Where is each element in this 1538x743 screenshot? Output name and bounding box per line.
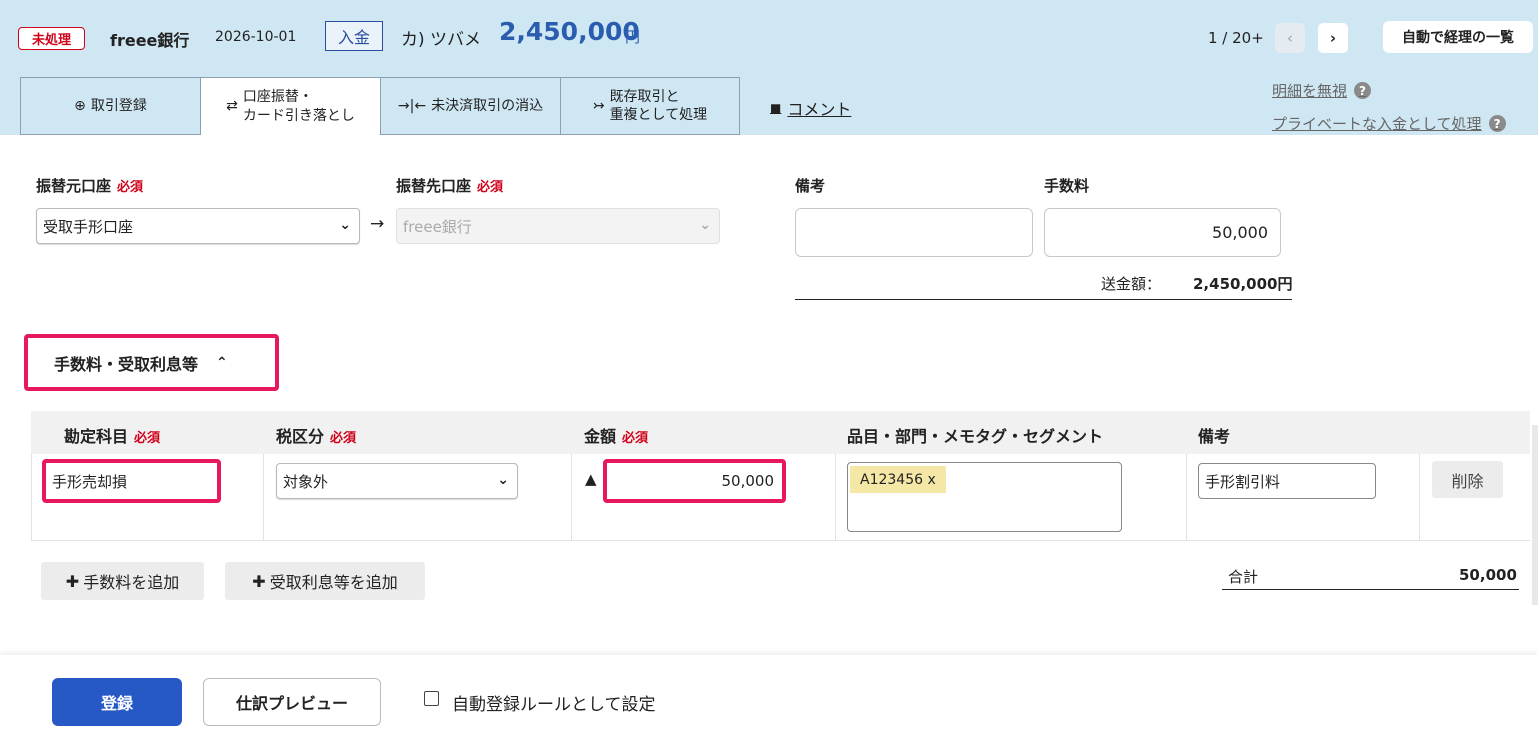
amount-input[interactable]: 50,000 <box>603 459 786 503</box>
ignore-statement-link[interactable]: 明細を無視 ? <box>1272 80 1372 101</box>
previous-button[interactable]: ‹ <box>1275 23 1305 53</box>
column-header-tags: 品目・部門・メモタグ・セグメント <box>847 427 1104 446</box>
transfer-amount-label: 送金額： <box>1101 275 1162 293</box>
pager-text: 1 / 20+ <box>1208 29 1264 47</box>
merge-icon: →|← <box>397 97 427 114</box>
divider <box>1222 589 1519 590</box>
transaction-type-badge: 入金 <box>325 21 383 51</box>
chevron-down-icon: ⌄ <box>339 217 351 233</box>
remove-tag-icon[interactable]: x <box>927 472 935 488</box>
tab-label: 取引登録 <box>90 97 147 114</box>
chevron-down-icon: ⌄ <box>497 472 509 488</box>
from-account-select[interactable]: 受取手形口座 ⌄ <box>36 208 360 244</box>
help-icon[interactable]: ? <box>1354 82 1372 99</box>
to-account-label: 振替先口座 必須 <box>396 177 504 195</box>
tab-clear-unsettled[interactable]: →|← 未決済取引の消込 <box>380 77 561 135</box>
auto-rule-label: 自動登録ルールとして設定 <box>452 695 656 715</box>
journal-preview-button[interactable]: 仕訳プレビュー <box>203 678 381 726</box>
fee-input[interactable]: 50,000 <box>1044 208 1281 257</box>
column-header-note: 備考 <box>1198 427 1231 446</box>
account-input[interactable]: 手形売却損 <box>42 459 221 503</box>
transaction-amount: 2,450,000 <box>499 17 640 46</box>
column-header-amount: 金額 必須 <box>584 427 649 446</box>
partner-name: カ) ツバメ <box>401 30 482 50</box>
tax-category-select[interactable]: 対象外 ⌄ <box>276 463 518 499</box>
plus-circle-icon: ⊕ <box>74 97 86 114</box>
scrollbar[interactable] <box>1532 425 1538 605</box>
tab-label: 口座振替・ カード引き落とし <box>242 89 355 124</box>
status-badge: 未処理 <box>18 27 85 50</box>
to-account-select: freee銀行 ⌄ <box>396 208 720 244</box>
currency-unit: 円 <box>625 28 641 46</box>
column-divider <box>1419 454 1420 541</box>
column-divider <box>835 454 836 541</box>
total-value: 50,000 <box>1459 566 1517 584</box>
tab-mark-duplicate[interactable]: ↣ 既存取引と 重複として処理 <box>560 77 740 135</box>
note-input[interactable] <box>795 208 1033 257</box>
help-icon[interactable]: ? <box>1488 115 1506 132</box>
fees-interest-section-toggle[interactable]: 手数料・受取利息等 ⌃ <box>24 334 279 391</box>
tab-register-transaction[interactable]: ⊕ 取引登録 <box>20 77 201 135</box>
private-deposit-link[interactable]: プライベートな入金として処理 ? <box>1272 113 1506 134</box>
plus-icon: ✚ <box>252 571 266 591</box>
add-interest-button[interactable]: ✚ 受取利息等を追加 <box>225 562 425 600</box>
chevron-up-icon: ⌃ <box>216 354 228 371</box>
arrow-right-icon: → <box>370 214 385 234</box>
from-account-label: 振替元口座 必須 <box>36 177 144 195</box>
tab-label: 未決済取引の消込 <box>431 97 544 114</box>
fee-label: 手数料 <box>1044 177 1090 195</box>
chevron-down-icon: ⌄ <box>699 217 711 233</box>
auto-accounting-list-button[interactable]: 自動で経理の一覧 <box>1383 21 1533 53</box>
transaction-date: 2026-10-01 <box>215 29 297 45</box>
column-header-account: 勘定科目 必須 <box>64 427 161 446</box>
column-divider <box>571 454 572 541</box>
transfer-amount-value: 2,450,000円 <box>1193 275 1293 293</box>
add-fee-button[interactable]: ✚ 手数料を追加 <box>41 562 204 600</box>
tab-label: 既存取引と 重複として処理 <box>609 88 708 123</box>
divider <box>795 299 1292 300</box>
column-divider <box>263 454 264 541</box>
memo-tag: A123456 x <box>850 466 946 493</box>
total-label: 合計 <box>1228 568 1259 586</box>
column-header-tax: 税区分 必須 <box>276 427 357 446</box>
chevron-right-icon: › <box>1329 29 1337 47</box>
bank-name: freee銀行 <box>110 31 190 50</box>
comment-icon: ■ <box>770 101 782 115</box>
auto-rule-checkbox[interactable] <box>424 691 439 706</box>
comment-link[interactable]: ■ コメント <box>770 96 851 120</box>
plus-icon: ✚ <box>65 571 80 591</box>
tab-account-transfer[interactable]: ⇄ 口座振替・ カード引き落とし <box>200 77 381 135</box>
duplicate-icon: ↣ <box>592 97 605 114</box>
column-divider <box>1186 454 1187 541</box>
note-label: 備考 <box>795 177 826 195</box>
row-note-input[interactable]: 手形割引料 <box>1198 463 1376 499</box>
next-button[interactable]: › <box>1318 23 1348 53</box>
swap-icon: ⇄ <box>226 98 238 115</box>
delete-row-button[interactable]: 削除 <box>1432 461 1503 498</box>
table-header <box>31 411 1530 454</box>
chevron-left-icon: ‹ <box>1287 29 1293 47</box>
register-button[interactable]: 登録 <box>52 678 182 726</box>
minus-sign-icon: ▲ <box>585 470 597 488</box>
